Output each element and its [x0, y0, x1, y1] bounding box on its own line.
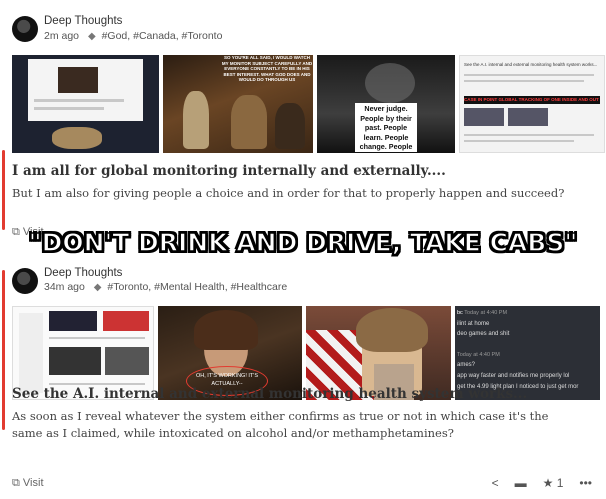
post-card-2: Deep Thoughts 34m ago ◆ #Toronto, #Menta…	[0, 258, 606, 499]
post-actions: < ▬ ★ 1 •••	[492, 476, 592, 490]
thumbnail-quote[interactable]: Never judge. People by their past. Peopl…	[317, 55, 455, 153]
post-card-1: Deep Thoughts 2m ago ◆ #God, #Canada, #T…	[0, 0, 606, 250]
more-options-icon[interactable]: •••	[579, 476, 592, 490]
post-meta: 2m ago ◆ #God, #Canada, #Toronto	[44, 30, 222, 42]
post-title[interactable]: See the A.I. internal and external monit…	[12, 386, 527, 402]
post-body: As soon as I reveal whatever the system …	[12, 409, 549, 440]
thumbnail-article[interactable]: See the A.I. internal and external monit…	[459, 55, 605, 153]
star-icon: ★	[542, 476, 554, 490]
post-tags[interactable]: #Toronto, #Mental Health, #Healthcare	[107, 281, 287, 293]
star-count: 1	[556, 476, 564, 490]
post-tags[interactable]: #God, #Canada, #Toronto	[102, 30, 223, 42]
thumbnail-painting[interactable]: SO YOU'RE ALL SAID, I WOULD WATCH MY MON…	[163, 55, 313, 153]
post-body: But I am also for giving people a choice…	[12, 186, 565, 200]
post-time: 34m ago	[44, 281, 85, 293]
post-time: 2m ago	[44, 30, 80, 42]
author-name[interactable]: Deep Thoughts	[44, 15, 122, 27]
quote-caption: Never judge. People by their past. Peopl…	[355, 103, 417, 153]
comment-icon[interactable]: ▬	[515, 476, 527, 490]
external-link-icon: ⧉	[12, 477, 20, 489]
post-meta: 34m ago ◆ #Toronto, #Mental Health, #Hea…	[44, 281, 287, 293]
tag-icon: ◆	[93, 282, 102, 293]
thumbnail-row: SO YOU'RE ALL SAID, I WOULD WATCH MY MON…	[12, 55, 605, 153]
share-icon[interactable]: <	[492, 476, 499, 490]
visit-link[interactable]: ⧉ Visit	[12, 477, 44, 490]
meme-caption: "DON'T DRINK AND DRIVE, TAKE CABS"	[28, 227, 578, 257]
article-banner: CASE IN POINT GLOBAL TRACKING OF ONE INS…	[464, 96, 600, 104]
author-name[interactable]: Deep Thoughts	[44, 267, 122, 279]
star-button[interactable]: ★ 1	[543, 476, 564, 490]
author-avatar[interactable]	[12, 16, 38, 42]
author-avatar[interactable]	[12, 268, 38, 294]
tag-icon: ◆	[87, 31, 96, 42]
thumbnail-screenshot[interactable]	[12, 55, 159, 153]
article-heading: See the A.I. internal and external monit…	[464, 62, 598, 67]
thumbnail-caption: SO YOU'RE ALL SAID, I WOULD WATCH MY MON…	[221, 55, 313, 82]
red-annotation-mark	[2, 150, 5, 230]
post-title[interactable]: I am all for global monitoring internall…	[12, 163, 446, 179]
